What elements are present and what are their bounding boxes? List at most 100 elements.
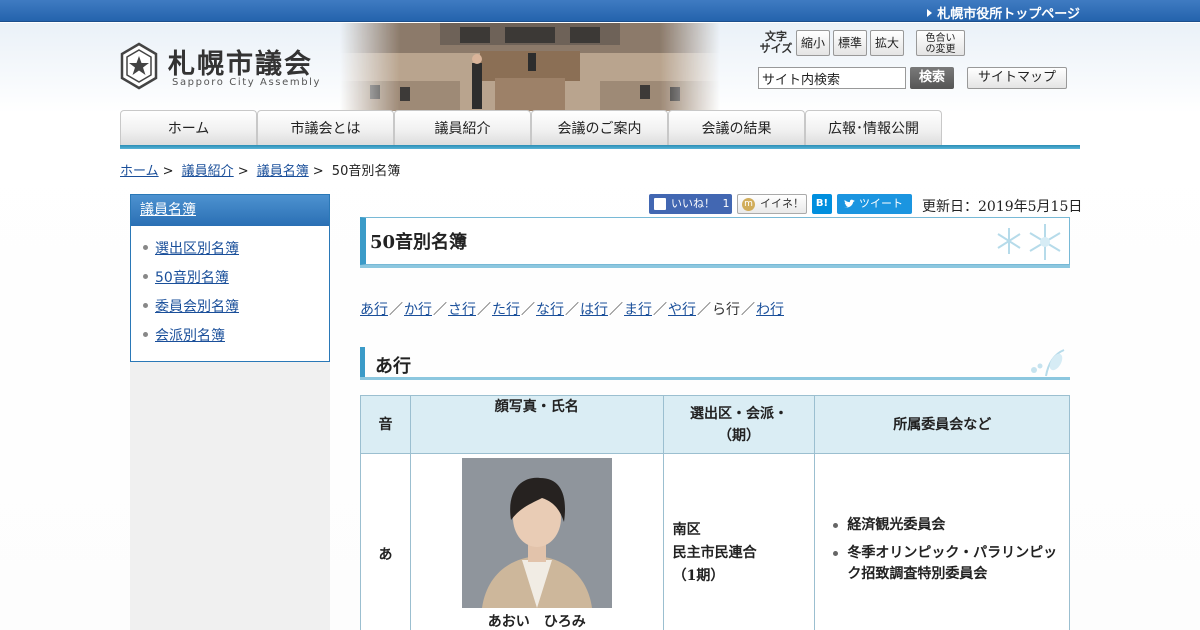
col-header-committees: 所属委員会など: [814, 395, 1070, 454]
table-row: あ あおい ひろみ 南区 民主市民連合 （1期） 経済観光委員会 冬季オリンピッ…: [360, 453, 1070, 630]
table-header-row: 音 顔写真・氏名 選出区・会派・ （期） 所属委員会など: [360, 395, 1070, 454]
kana-sep: ／: [741, 302, 755, 318]
triangle-right-icon: [927, 9, 933, 17]
sapporo-emblem-icon: [120, 42, 158, 90]
search-button[interactable]: 検索: [910, 67, 954, 89]
cell-committees: 経済観光委員会 冬季オリンピック・パラリンピック招致調査特別委員会: [814, 453, 1070, 630]
kana-link-ya[interactable]: や行: [668, 302, 696, 318]
global-nav: ホーム 市議会とは 議員紹介 会議のご案内 会議の結果 広報･情報公開: [120, 110, 1080, 148]
member-district: 南区: [672, 522, 701, 538]
sidebar: 議員名簿 選出区別名簿 50音別名簿 委員会別名簿 会派別名簿: [130, 194, 330, 362]
kana-link-ka[interactable]: か行: [404, 302, 432, 318]
mixi-check-button[interactable]: m イイネ！: [737, 194, 807, 214]
kana-current-ra: ら行: [712, 302, 740, 318]
kana-nav: あ行／か行／さ行／た行／な行／は行／ま行／や行／ら行／わ行: [360, 299, 784, 319]
kana-sep: ／: [653, 302, 667, 318]
bullet-icon: [143, 274, 148, 279]
site-search-input[interactable]: [758, 67, 906, 89]
sidebar-list: 選出区別名簿 50音別名簿 委員会別名簿 会派別名簿: [131, 226, 329, 354]
kana-link-na[interactable]: な行: [536, 302, 564, 318]
sitemap-button[interactable]: サイトマップ: [967, 67, 1067, 89]
kana-sep: ／: [477, 302, 491, 318]
breadcrumb-home[interactable]: ホーム: [120, 164, 159, 179]
breadcrumb-sep: >: [237, 164, 249, 179]
bullet-icon: [143, 332, 148, 337]
nav-underline: [120, 145, 1080, 149]
breadcrumb-current: 50音別名簿: [331, 164, 401, 179]
kana-sep: ／: [521, 302, 535, 318]
tweet-button[interactable]: ツイート: [837, 194, 912, 214]
sidebar-item-by-kana[interactable]: 50音別名簿: [155, 270, 229, 286]
facebook-like-button[interactable]: いいね！ 1: [649, 194, 732, 214]
kana-link-sa[interactable]: さ行: [448, 302, 476, 318]
site-logo[interactable]: 札幌市議会 Sapporo City Assembly: [118, 42, 348, 97]
breadcrumb-members[interactable]: 議員紹介: [182, 164, 234, 179]
sidebar-head-link[interactable]: 議員名簿: [131, 195, 329, 226]
col-header-photo-name: 顔写真・氏名: [409, 395, 664, 454]
kana-sep: ／: [389, 302, 403, 318]
member-faction: 民主市民連合: [672, 545, 757, 561]
kana-link-ma[interactable]: ま行: [624, 302, 652, 318]
nav-meetings-guide[interactable]: 会議のご案内: [531, 110, 668, 146]
cell-district: 南区 民主市民連合 （1期）: [662, 453, 816, 630]
thumbs-up-icon: [654, 198, 666, 210]
nav-members[interactable]: 議員紹介: [394, 110, 531, 146]
twitter-bird-icon: [844, 199, 855, 208]
kana-link-ta[interactable]: た行: [492, 302, 520, 318]
top-bar: 札幌市役所トップページ: [0, 0, 1200, 22]
sidebar-item: 委員会別名簿: [143, 296, 329, 325]
font-size-label: 文字 サイズ: [759, 30, 793, 55]
breadcrumb-sep: >: [162, 164, 174, 179]
section-heading: あ行: [360, 347, 1070, 380]
cell-photo-name: あおい ひろみ: [409, 453, 664, 630]
site-subtitle: Sapporo City Assembly: [172, 77, 322, 88]
bullet-icon: [143, 303, 148, 308]
font-large-button[interactable]: 拡大: [870, 30, 904, 56]
section-title: あ行: [375, 356, 411, 377]
font-standard-button[interactable]: 標準: [833, 30, 867, 56]
bullet-icon: [143, 245, 148, 250]
city-hall-top-link-label: 札幌市役所トップページ: [937, 7, 1080, 22]
sidebar-item-by-committee[interactable]: 委員会別名簿: [155, 299, 239, 315]
col-header-kana: 音: [360, 395, 411, 454]
nav-pr-info[interactable]: 広報･情報公開: [805, 110, 942, 146]
leaf-decoration-icon: [1031, 349, 1065, 377]
breadcrumb-sep: >: [312, 164, 324, 179]
breadcrumb: ホーム > 議員紹介 > 議員名簿 > 50音別名簿: [120, 160, 404, 179]
kana-link-ha[interactable]: は行: [580, 302, 608, 318]
page-title-box: 50音別名簿: [360, 217, 1070, 268]
committee-item: 経済観光委員会: [833, 515, 1069, 536]
facebook-like-label: いいね！: [671, 197, 715, 210]
cell-kana: あ: [360, 453, 411, 630]
kana-sep: ／: [565, 302, 579, 318]
snowflake-icon: [997, 224, 1061, 260]
site-title: 札幌市議会: [168, 49, 313, 80]
member-name-link[interactable]: あおい ひろみ: [411, 611, 663, 630]
nav-home[interactable]: ホーム: [120, 110, 257, 146]
member-term: （1期）: [672, 568, 725, 584]
kana-link-wa[interactable]: わ行: [756, 302, 784, 318]
sidebar-item: 会派別名簿: [143, 325, 329, 354]
hatena-bookmark-button[interactable]: B!: [812, 194, 832, 214]
col-header-district: 選出区・会派・ （期）: [662, 395, 816, 454]
breadcrumb-member-list[interactable]: 議員名簿: [257, 164, 309, 179]
mixi-icon: m: [742, 198, 755, 211]
nav-meeting-results[interactable]: 会議の結果: [668, 110, 805, 146]
mixi-label: イイネ！: [760, 197, 804, 210]
facebook-like-count: 1: [722, 197, 730, 210]
sidebar-item-by-faction[interactable]: 会派別名簿: [155, 328, 225, 344]
sidebar-background: [130, 362, 330, 630]
font-small-button[interactable]: 縮小: [796, 30, 830, 56]
kana-sep: ／: [697, 302, 711, 318]
kana-sep: ／: [609, 302, 623, 318]
sidebar-item: 選出区別名簿: [143, 238, 329, 267]
updated-date: 更新日：2019年5月15日: [922, 199, 1083, 215]
member-photo[interactable]: [461, 458, 612, 608]
committee-list: 経済観光委員会 冬季オリンピック・パラリンピック招致調査特別委員会: [833, 515, 1069, 585]
kana-link-a[interactable]: あ行: [360, 302, 388, 318]
color-change-button[interactable]: 色合い の変更: [916, 30, 965, 56]
sidebar-item-by-district[interactable]: 選出区別名簿: [155, 241, 239, 257]
city-hall-top-link[interactable]: 札幌市役所トップページ: [927, 3, 1080, 22]
nav-about-assembly[interactable]: 市議会とは: [257, 110, 394, 146]
sidebar-item: 50音別名簿: [143, 267, 329, 296]
